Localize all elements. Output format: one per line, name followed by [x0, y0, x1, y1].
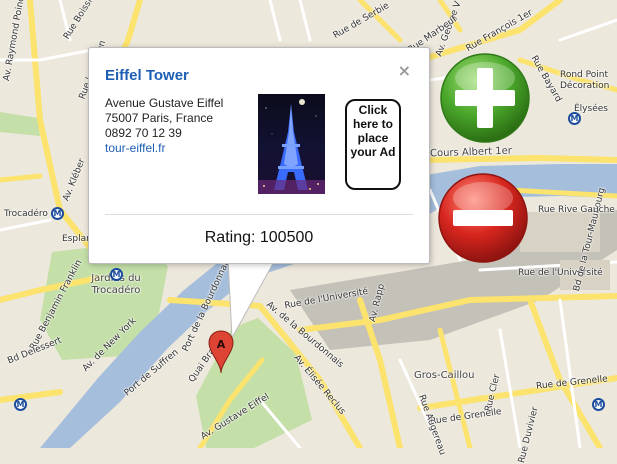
- address-line-1: Avenue Gustave Eiffel: [105, 96, 224, 110]
- map-label: Rue Rive Gauche: [538, 205, 615, 215]
- metro-icon[interactable]: M: [592, 398, 605, 411]
- rating-label: Rating: 100500: [204, 229, 314, 246]
- infowindow: Eiffel Tower × Avenue Gustave Eiffel 750…: [88, 47, 430, 264]
- minus-icon: [438, 173, 528, 263]
- website-link[interactable]: tour-eiffel.fr: [105, 141, 165, 155]
- metro-icon[interactable]: M: [568, 112, 581, 125]
- zoom-out-button[interactable]: [437, 172, 529, 269]
- map-pin-icon[interactable]: A: [208, 330, 234, 379]
- place-title[interactable]: Eiffel Tower: [105, 67, 189, 84]
- marker-letter: A: [217, 338, 226, 351]
- place-ad-button[interactable]: Click here to place your Ad: [345, 99, 401, 190]
- phone-number: 0892 70 12 39: [105, 126, 182, 140]
- eiffel-tower-photo[interactable]: [258, 94, 325, 194]
- map-label: Rond Point Décoration: [560, 70, 610, 91]
- address-line-2: 75007 Paris, France: [105, 111, 214, 125]
- zoom-in-button[interactable]: [439, 52, 531, 149]
- map-label: Gros-Caillou: [414, 370, 475, 381]
- map-label: Rue de l'Université: [518, 268, 603, 278]
- metro-icon[interactable]: M: [14, 398, 27, 411]
- metro-icon[interactable]: M: [110, 268, 123, 281]
- plus-icon: [440, 53, 530, 143]
- map-label: Élysées: [574, 104, 608, 114]
- map-label: Trocadéro: [4, 209, 48, 219]
- infowindow-divider: [105, 214, 413, 215]
- metro-icon[interactable]: M: [51, 207, 64, 220]
- close-icon[interactable]: ×: [398, 61, 411, 80]
